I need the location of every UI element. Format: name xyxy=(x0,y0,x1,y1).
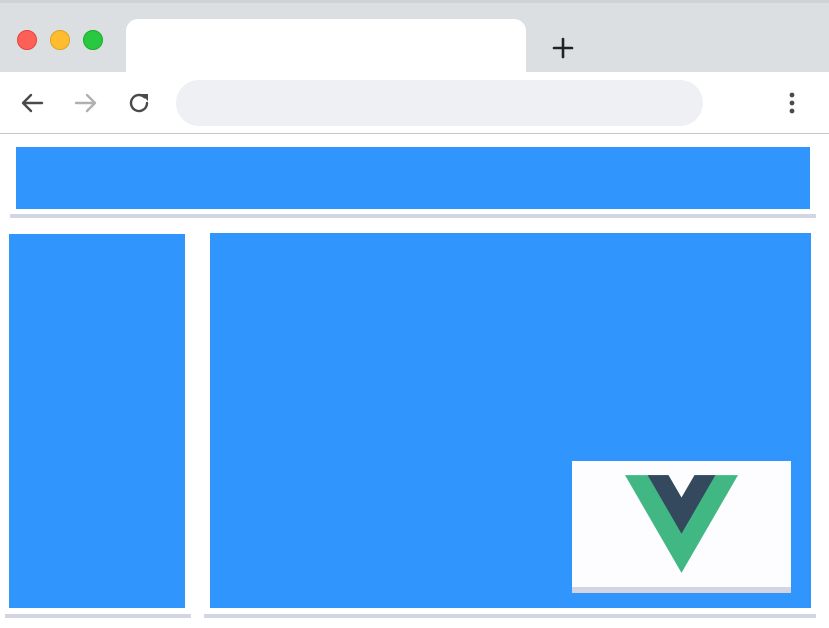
back-arrow-icon xyxy=(21,93,44,113)
page-header-block xyxy=(16,147,810,209)
back-button[interactable] xyxy=(16,87,48,119)
header-divider xyxy=(10,214,816,218)
browser-menu-button[interactable] xyxy=(776,87,808,119)
window-maximize-button[interactable] xyxy=(83,30,103,50)
new-tab-button[interactable] xyxy=(548,33,578,63)
logo-card-divider xyxy=(572,587,791,593)
forward-arrow-icon xyxy=(74,93,97,113)
reload-icon xyxy=(129,93,149,113)
sidebar-divider xyxy=(5,614,191,618)
browser-tab-bar xyxy=(0,0,829,76)
address-bar[interactable] xyxy=(176,80,703,126)
window-close-button[interactable] xyxy=(17,30,37,50)
page-sidebar-block xyxy=(9,234,185,608)
more-vert-icon xyxy=(789,92,795,114)
main-divider xyxy=(204,614,816,618)
plus-icon xyxy=(552,37,574,59)
forward-button[interactable] xyxy=(70,87,102,119)
browser-toolbar xyxy=(0,72,829,134)
window-minimize-button[interactable] xyxy=(50,30,70,50)
browser-tab[interactable] xyxy=(126,19,526,76)
reload-button[interactable] xyxy=(123,87,155,119)
vue-logo-icon xyxy=(625,475,738,573)
